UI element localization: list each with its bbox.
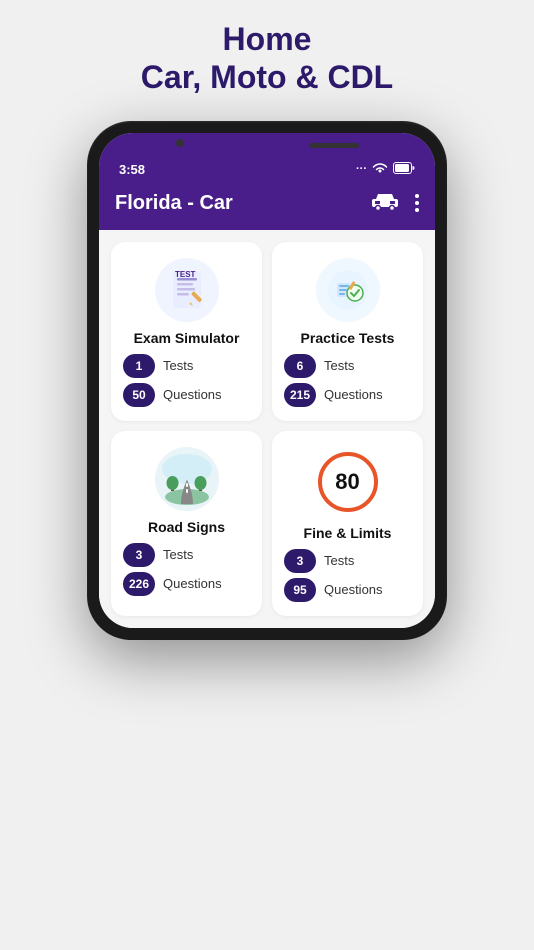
exam-tests-label: Tests xyxy=(163,358,193,373)
status-icons: ··· xyxy=(356,162,415,177)
fine-limits-title: Fine & Limits xyxy=(304,525,392,541)
road-signs-card[interactable]: Road Signs 3 Tests 226 Questions xyxy=(111,431,262,616)
practice-tests-badge: 6 xyxy=(284,354,316,378)
practice-tests-card[interactable]: Practice Tests 6 Tests 215 Questions xyxy=(272,242,423,421)
practice-questions-label: Questions xyxy=(324,387,383,402)
road-questions-badge: 226 xyxy=(123,572,155,596)
exam-simulator-title: Exam Simulator xyxy=(134,330,240,346)
fine-tests-badge: 3 xyxy=(284,549,316,573)
road-signs-title: Road Signs xyxy=(148,519,225,535)
exam-simulator-card[interactable]: TEST Exam Simulator 1 Tests 5 xyxy=(111,242,262,421)
app-bar-actions xyxy=(371,191,419,216)
road-tests-badge: 3 xyxy=(123,543,155,567)
phone-shell: 3:58 ··· xyxy=(87,121,447,640)
practice-questions-row: 215 Questions xyxy=(284,383,411,407)
practice-tests-title: Practice Tests xyxy=(301,330,395,346)
exam-questions-label: Questions xyxy=(163,387,222,402)
exam-questions-badge: 50 xyxy=(123,383,155,407)
exam-questions-row: 50 Questions xyxy=(123,383,250,407)
practice-tests-icon xyxy=(316,258,380,322)
speed-sign: 80 xyxy=(318,452,378,512)
cards-grid: TEST Exam Simulator 1 Tests 5 xyxy=(111,242,423,616)
phone-screen: 3:58 ··· xyxy=(99,133,435,628)
fine-tests-row: 3 Tests xyxy=(284,549,411,573)
practice-stats: 6 Tests 215 Questions xyxy=(284,354,411,407)
svg-text:TEST: TEST xyxy=(175,270,196,279)
page-title: Home Car, Moto & CDL xyxy=(141,20,393,97)
app-bar: Florida - Car xyxy=(99,181,435,230)
speed-number: 80 xyxy=(335,469,359,495)
more-options-button[interactable] xyxy=(415,194,419,212)
exam-tests-badge: 1 xyxy=(123,354,155,378)
exam-simulator-stats: 1 Tests 50 Questions xyxy=(123,354,250,407)
practice-questions-badge: 215 xyxy=(284,383,316,407)
road-signs-icon xyxy=(155,447,219,511)
exam-simulator-icon: TEST xyxy=(155,258,219,322)
car-icon[interactable] xyxy=(371,191,399,216)
practice-tests-label: Tests xyxy=(324,358,354,373)
camera-dot xyxy=(176,139,184,147)
content-area: TEST Exam Simulator 1 Tests 5 xyxy=(99,230,435,628)
battery-icon xyxy=(393,162,415,177)
fine-tests-label: Tests xyxy=(324,553,354,568)
fine-questions-badge: 95 xyxy=(284,578,316,602)
signal-dots-icon: ··· xyxy=(356,163,367,175)
road-tests-label: Tests xyxy=(163,547,193,562)
fine-limits-card[interactable]: 80 Fine & Limits 3 Tests 95 Questions xyxy=(272,431,423,616)
notch-row xyxy=(99,133,435,154)
road-questions-row: 226 Questions xyxy=(123,572,250,596)
road-tests-row: 3 Tests xyxy=(123,543,250,567)
exam-tests-row: 1 Tests xyxy=(123,354,250,378)
wifi-icon xyxy=(372,162,388,177)
status-bar: 3:58 ··· xyxy=(99,154,435,181)
practice-tests-row: 6 Tests xyxy=(284,354,411,378)
road-questions-label: Questions xyxy=(163,576,222,591)
road-signs-stats: 3 Tests 226 Questions xyxy=(123,543,250,596)
status-time: 3:58 xyxy=(119,162,145,177)
app-bar-title: Florida - Car xyxy=(115,192,233,215)
page-header: Home Car, Moto & CDL xyxy=(141,20,393,97)
fine-questions-label: Questions xyxy=(324,582,383,597)
fine-limits-stats: 3 Tests 95 Questions xyxy=(284,549,411,602)
speaker-bar xyxy=(309,143,359,148)
fine-questions-row: 95 Questions xyxy=(284,578,411,602)
fine-limits-icon: 80 xyxy=(313,447,383,517)
